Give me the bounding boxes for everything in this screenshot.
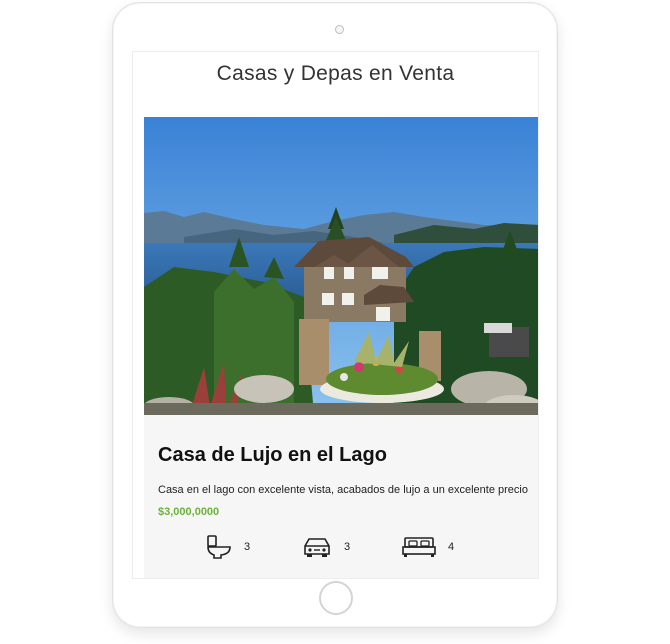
listing-photo[interactable] (144, 117, 539, 415)
listing-title[interactable]: Casa de Lujo en el Lago (158, 444, 387, 467)
toilet-icon (207, 535, 231, 559)
amenity-bedrooms: 4 (402, 533, 454, 561)
listing-description: Casa en el lago con excelente vista, aca… (158, 484, 528, 496)
screen: Casas y Depas en Venta Casa de Lujo en e… (132, 51, 539, 579)
amenity-parking: 3 (302, 533, 350, 561)
amenity-bathrooms: 3 (206, 533, 250, 561)
listing-price: $3,000,0000 (158, 506, 220, 518)
listing-card[interactable]: Casa de Lujo en el Lago Casa en el lago … (144, 117, 539, 578)
amenity-count: 3 (244, 541, 251, 553)
car-icon (304, 538, 330, 557)
home-button[interactable] (319, 581, 353, 615)
page-title: Casas y Depas en Venta (216, 62, 455, 85)
amenity-count: 3 (344, 541, 351, 553)
tablet-frame: Casas y Depas en Venta Casa de Lujo en e… (112, 2, 558, 628)
camera-icon (335, 25, 344, 34)
amenity-count: 4 (448, 541, 455, 553)
bed-icon (402, 537, 436, 557)
